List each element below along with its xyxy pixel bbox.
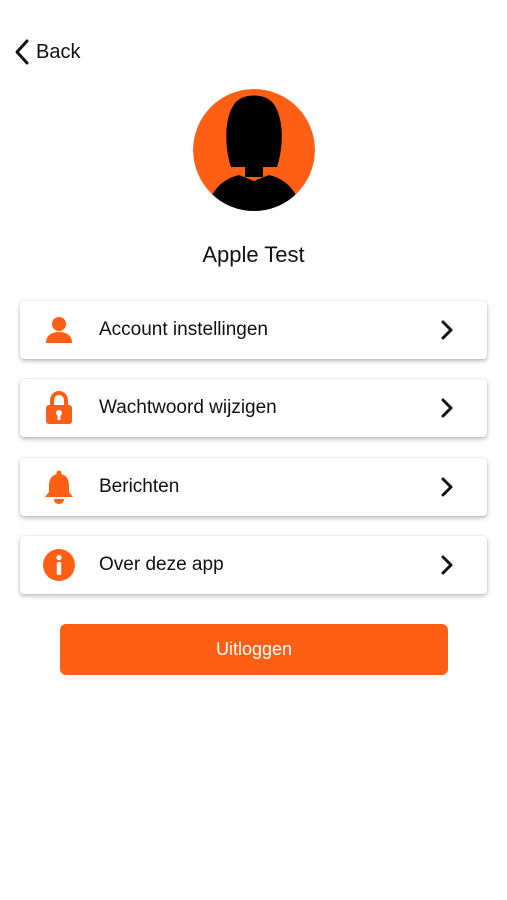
user-name: Apple Test (202, 242, 305, 267)
chevron-right-icon (437, 553, 457, 577)
logout-button[interactable]: Uitloggen (60, 624, 448, 675)
menu-item-account-settings[interactable]: Account instellingen (20, 301, 487, 359)
menu-item-label: Over deze app (99, 554, 224, 575)
menu-item-label: Account instellingen (99, 319, 268, 340)
back-button[interactable]: Back (14, 36, 80, 68)
menu-item-label: Wachtwoord wijzigen (99, 397, 277, 418)
menu-item-change-password[interactable]: Wachtwoord wijzigen (20, 379, 487, 437)
menu-item-messages[interactable]: Berichten (20, 458, 487, 516)
back-label: Back (36, 40, 81, 63)
avatar (193, 89, 315, 211)
menu-item-about-app[interactable]: Over deze app (20, 536, 487, 594)
chevron-left-icon (14, 38, 30, 66)
bell-icon (39, 467, 79, 507)
chevron-right-icon (437, 475, 457, 499)
user-silhouette-icon (193, 89, 315, 211)
lock-icon (39, 388, 79, 428)
chevron-right-icon (437, 396, 457, 420)
menu-item-label: Berichten (99, 476, 180, 497)
chevron-right-icon (437, 318, 457, 342)
person-icon (39, 310, 79, 350)
info-icon (39, 545, 79, 585)
